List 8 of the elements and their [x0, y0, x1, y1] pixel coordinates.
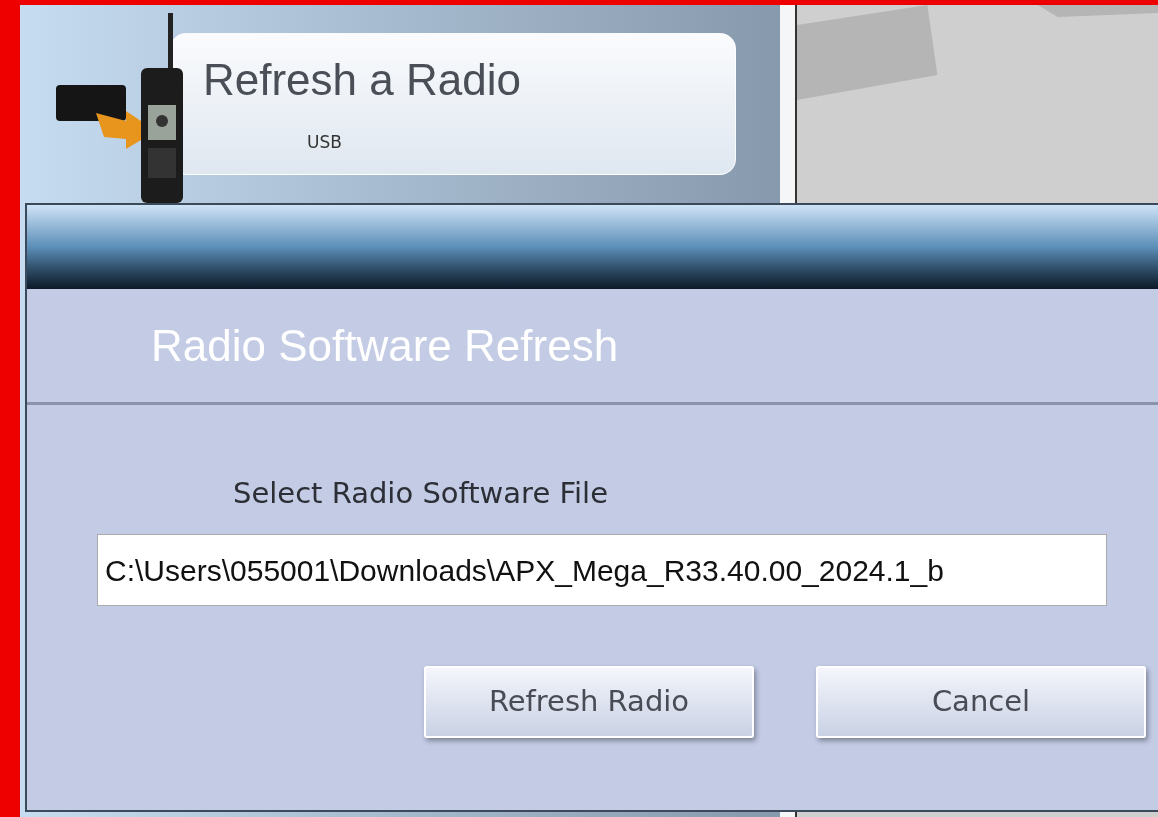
dialog-button[interactable]: Cancel — [816, 666, 1146, 738]
refresh-radio-tile[interactable]: Refresh a Radio USB — [170, 33, 736, 175]
tile-title: Refresh a Radio — [203, 58, 521, 102]
file-path-field[interactable]: C:\Users\055001\Downloads\APX_Mega_R33.40.00_2024.1_b — [97, 534, 1107, 606]
field-label: Select Radio Software File — [233, 479, 609, 508]
dialog-heading: Radio Software Refresh — [151, 323, 619, 368]
tile-subtitle: USB — [307, 134, 342, 151]
dialog-button[interactable]: Refresh Radio — [424, 666, 754, 738]
